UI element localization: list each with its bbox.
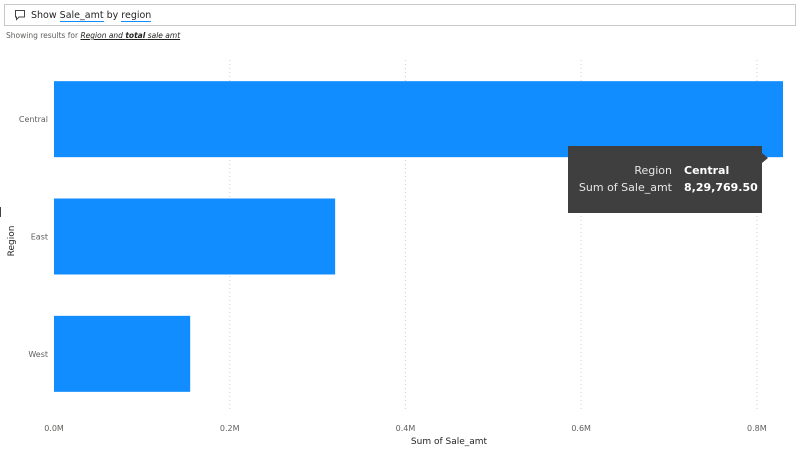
x-axis-title: Sum of Sale_amt: [411, 437, 488, 447]
bar-west[interactable]: [54, 315, 191, 392]
tooltip-label-region: Region: [634, 164, 672, 177]
tooltip-arrow: [762, 153, 768, 163]
category-label-central: Central: [19, 115, 48, 124]
category-label-west: West: [28, 350, 48, 359]
x-tick-label: 0.4M: [396, 424, 416, 433]
x-tick-label: 0.0M: [44, 424, 64, 433]
x-tick-label: 0.2M: [220, 424, 240, 433]
category-label-east: East: [31, 233, 48, 242]
tooltip-label-sum: Sum of Sale_amt: [578, 181, 672, 194]
tooltip-value-region: Central: [684, 164, 730, 177]
bar-chart: Central East West 0.0M 0.2M 0.4M 0.6M 0.8M Sum…: [7, 60, 783, 447]
category-labels: Central East West: [19, 115, 48, 359]
bars: [54, 81, 783, 392]
tick-labels: 0.0M 0.2M 0.4M 0.6M 0.8M: [44, 424, 767, 433]
tooltip-value-sum: 8,29,769.50: [684, 181, 758, 194]
x-tick-label: 0.6M: [571, 424, 591, 433]
bar-east[interactable]: [54, 198, 336, 275]
x-tick-label: 0.8M: [747, 424, 767, 433]
y-axis-title: Region: [7, 226, 17, 257]
tooltip: Region Central Sum of Sale_amt 8,29,769.…: [568, 146, 768, 213]
